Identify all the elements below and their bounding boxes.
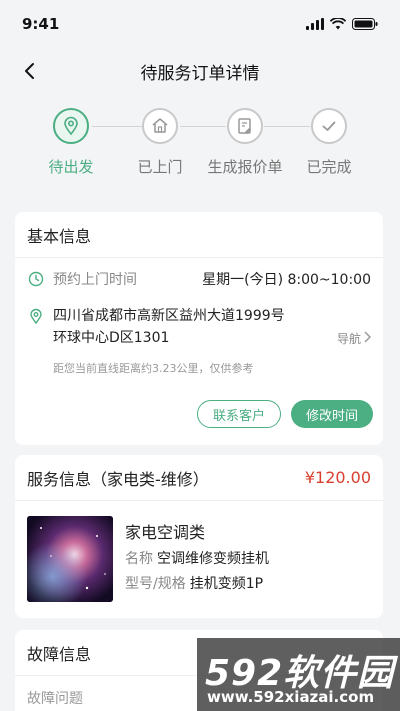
order-progress-steps: 待出发 已上门 生成报价单 已完成 <box>0 108 400 208</box>
navigation-link[interactable]: 导航 <box>336 330 372 347</box>
back-arrow-icon[interactable] <box>18 59 42 83</box>
card-title: 基本信息 <box>27 226 92 246</box>
card-header: 服务信息（家电类-维修） ¥120.00 <box>15 455 383 501</box>
fault-problem-label: 故障问题 <box>27 691 83 707</box>
service-price: ¥120.00 <box>304 468 371 487</box>
appointment-value: 星期一(今日) 8:00~10:00 <box>202 272 371 288</box>
card-title: 服务信息（家电类-维修） <box>27 469 209 489</box>
card-header: 基本信息 <box>15 212 383 258</box>
check-circle-icon <box>311 108 347 144</box>
watermark-url: www.592xiazai.com <box>207 688 375 706</box>
product-name-row: 名称 空调维修变频挂机 <box>125 548 269 568</box>
navigation-label: 导航 <box>336 332 361 346</box>
order-detail-page: 9:41 待服务订单详情 待出发 已上门 生成报价单 已完成 基本信息 预约上门… <box>0 0 400 711</box>
battery-icon <box>352 15 378 34</box>
address-block: 四川省成都市高新区益州大道1999号 环球中心D区1301 导航 <box>15 305 383 349</box>
step-generate-quote: 生成报价单 <box>205 108 285 177</box>
basic-info-card: 基本信息 预约上门时间 星期一(今日) 8:00~10:00 四川省成都市高新区… <box>15 212 383 445</box>
quote-document-icon <box>227 108 263 144</box>
address-line-1: 四川省成都市高新区益州大道1999号 <box>53 308 285 324</box>
address-text: 四川省成都市高新区益州大道1999号 环球中心D区1301 <box>53 305 285 349</box>
address-line-2: 环球中心D区1301 <box>53 330 170 346</box>
distance-hint: 距您当前直线距离约3.23公里，仅供参考 <box>53 362 254 375</box>
change-time-button[interactable]: 修改时间 <box>291 400 373 428</box>
nav-bar: 待服务订单详情 <box>0 48 400 94</box>
appointment-label: 预约上门时间 <box>53 272 137 288</box>
location-pin-icon <box>53 108 89 144</box>
product-image <box>27 516 113 602</box>
product-model-key: 型号/规格 <box>125 576 186 592</box>
product-name-key: 名称 <box>125 551 153 567</box>
signal-icon <box>306 15 324 34</box>
step-arrived: 已上门 <box>120 108 200 177</box>
contact-customer-button[interactable]: 联系客户 <box>197 400 281 428</box>
clock-icon <box>27 270 45 288</box>
step-pending-departure: 待出发 <box>31 108 111 177</box>
step-label: 生成报价单 <box>207 158 283 176</box>
product-category: 家电空调类 <box>125 523 206 542</box>
chevron-right-icon <box>363 331 372 346</box>
page-title: 待服务订单详情 <box>140 63 260 84</box>
step-label: 已完成 <box>306 158 352 176</box>
service-info-card: 服务信息（家电类-维修） ¥120.00 家电空调类 名称 空调维修变频挂机 型… <box>15 455 383 618</box>
step-completed: 已完成 <box>289 108 369 177</box>
wifi-icon <box>329 15 347 34</box>
address-row: 四川省成都市高新区益州大道1999号 环球中心D区1301 <box>15 305 383 349</box>
location-pin-icon <box>27 307 45 325</box>
status-icons <box>306 15 378 34</box>
step-label: 已上门 <box>137 158 183 176</box>
status-bar: 9:41 <box>0 0 400 48</box>
product-model-value: 挂机变频1P <box>189 576 264 592</box>
home-icon <box>142 108 178 144</box>
product-name-value: 空调维修变频挂机 <box>157 551 269 567</box>
site-watermark: 592软件园 www.592xiazai.com <box>197 638 400 711</box>
step-label: 待出发 <box>48 158 94 176</box>
appointment-time-row: 预约上门时间 星期一(今日) 8:00~10:00 <box>15 268 383 290</box>
card-title: 故障信息 <box>27 644 92 664</box>
product-model-row: 型号/规格 挂机变频1P <box>125 573 263 593</box>
status-time: 9:41 <box>22 15 60 33</box>
